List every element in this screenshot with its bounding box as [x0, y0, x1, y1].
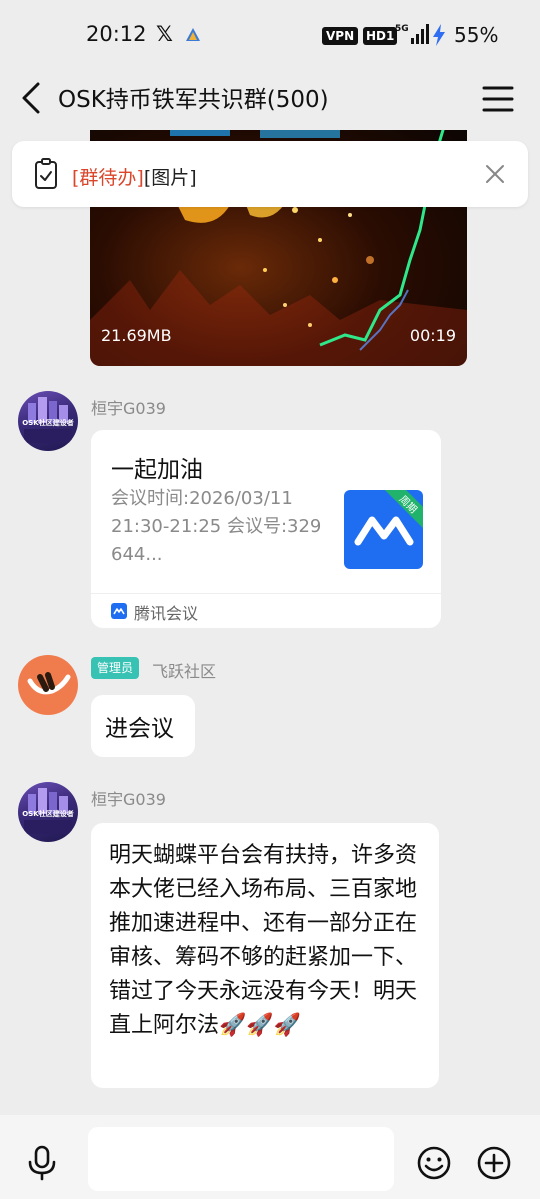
message-bubble[interactable]: 进会议 [91, 695, 195, 757]
meeting-description: 会议时间:2026/03/11 21:30-21:25 会议号:329 644.… [111, 488, 322, 565]
admin-badge: 管理员 [91, 657, 140, 679]
hd-voice-badge: HD1 [363, 27, 398, 45]
network-type: 5G [395, 24, 409, 34]
charging-icon [433, 24, 445, 46]
todo-tag: [群待办] [72, 167, 144, 189]
avatar[interactable]: OSK社区建设者 [18, 391, 78, 451]
status-time: 20:12 [86, 22, 147, 46]
avatar-caption: OSK社区建设者 [22, 419, 74, 427]
status-bar: 20:12 𝕏 VPN HD1 5G 55% [0, 0, 540, 70]
clipboard-check-icon [35, 158, 57, 189]
tencent-meeting-logo: 周期 [344, 490, 423, 569]
todo-text: [群待办][图片] [72, 163, 197, 190]
sender-name[interactable]: 飞跃社区 [152, 658, 216, 682]
microphone-icon[interactable] [26, 1145, 58, 1181]
meeting-card[interactable]: 一起加油 会议时间:2026/03/11 21:30-21:25 会议号:329… [91, 430, 441, 628]
card-source-label: 腾讯会议 [134, 604, 199, 623]
meeting-title: 一起加油 [111, 457, 203, 483]
sender-name[interactable]: 桓宇G039 [91, 786, 166, 810]
close-icon[interactable] [482, 161, 508, 187]
avatar[interactable] [18, 655, 78, 715]
x-app-icon: 𝕏 [156, 22, 173, 46]
video-file-size: 21.69MB [101, 326, 172, 345]
avatar[interactable]: OSK社区建设者 [18, 782, 78, 842]
vpn-badge: VPN [322, 27, 359, 45]
avatar-image [27, 672, 71, 695]
message-bubble[interactable]: 明天蝴蝶平台会有扶持，许多资本大佬已经入场布局、三百家地推加速进程中、还有一部分… [91, 823, 439, 1088]
chat-header: OSK持币铁军共识群(500) [0, 70, 540, 130]
battery-percentage: 55% [454, 23, 499, 47]
chat-messages[interactable]: 21.69MB 00:19 [群待办][图片] OSK社区建设者 桓宇G039 … [0, 130, 540, 1115]
back-arrow-icon[interactable] [18, 76, 48, 120]
group-todo-banner[interactable]: [群待办][图片] [12, 141, 528, 207]
add-icon[interactable] [476, 1145, 512, 1181]
menu-icon[interactable] [480, 78, 516, 118]
todo-content: [图片] [143, 167, 197, 189]
card-divider [91, 593, 441, 594]
group-title: OSK持币铁军共识群(500) [58, 87, 329, 113]
emoji-icon[interactable] [416, 1145, 452, 1181]
signal-icon: 5G [395, 24, 429, 44]
avatar-caption: OSK社区建设者 [22, 810, 74, 818]
input-bar [0, 1115, 540, 1199]
message-input[interactable] [88, 1127, 394, 1191]
sender-name[interactable]: 桓宇G039 [91, 395, 166, 419]
app-notification-icon [186, 28, 200, 41]
video-duration: 00:19 [409, 326, 456, 345]
tencent-meeting-icon [111, 603, 127, 619]
